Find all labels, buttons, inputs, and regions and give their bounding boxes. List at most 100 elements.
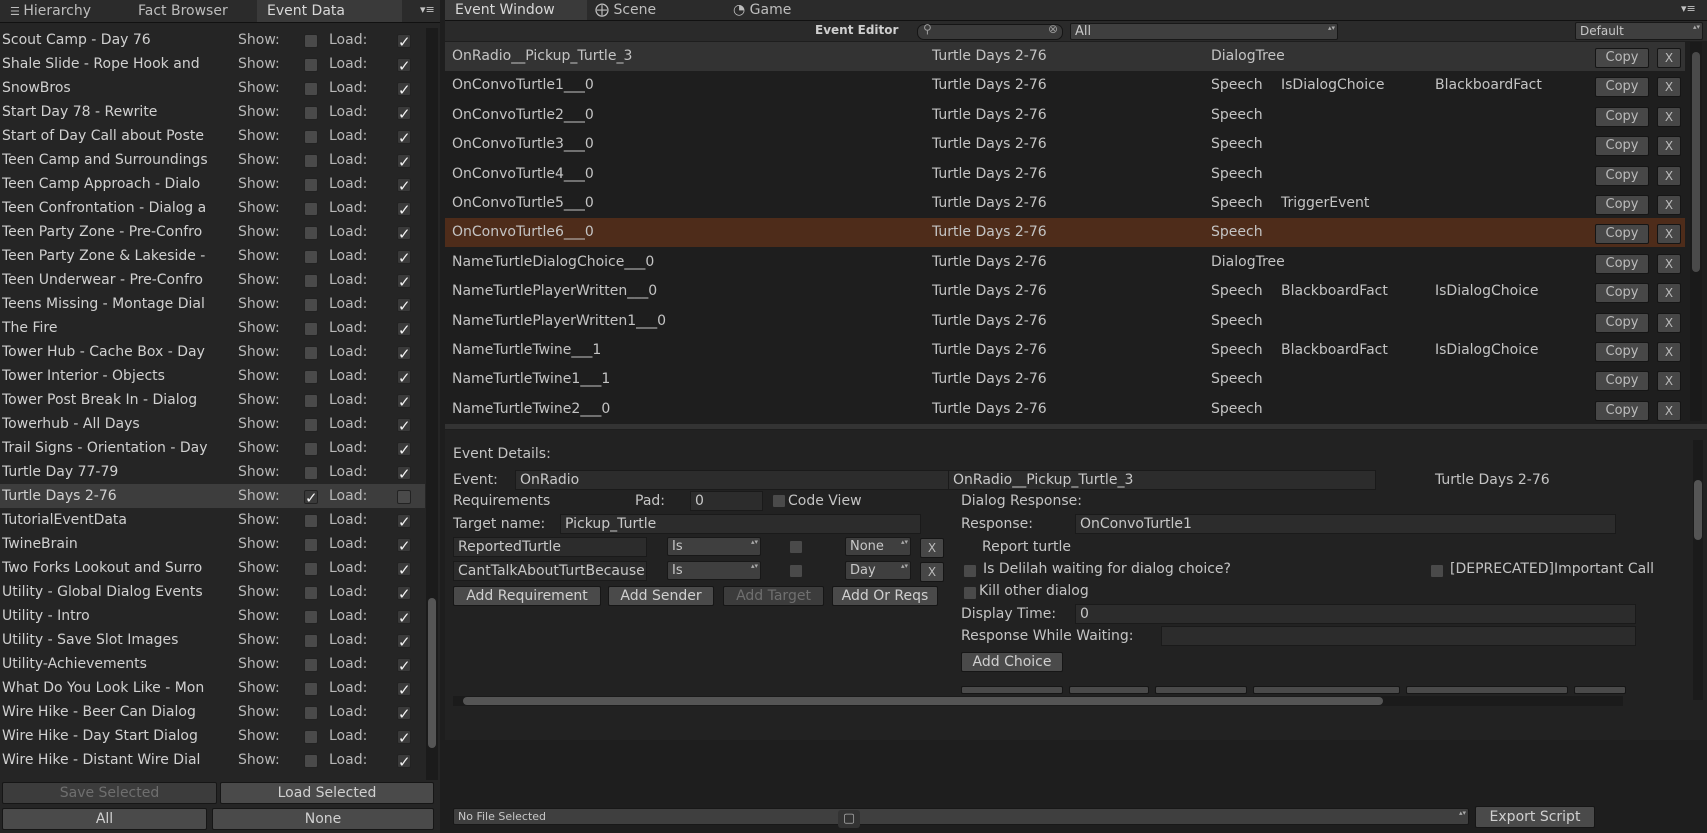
choice-button[interactable] xyxy=(1069,686,1149,694)
delete-event-button[interactable]: X xyxy=(1657,400,1681,421)
pad-field[interactable]: 0 xyxy=(690,491,763,511)
details-vertical-scrollbar[interactable] xyxy=(1693,440,1703,700)
details-horizontal-scrollbar[interactable] xyxy=(453,696,1623,706)
copy-button[interactable]: Copy xyxy=(1595,400,1649,421)
show-checkbox[interactable] xyxy=(304,202,318,216)
add-sender-button[interactable]: Add Sender xyxy=(608,586,714,606)
load-checkbox[interactable] xyxy=(397,606,411,630)
event-data-row[interactable]: Utility - Intro Show: Load: xyxy=(0,604,425,630)
details-vscroll-thumb[interactable] xyxy=(1694,480,1702,540)
panel-menu-icon[interactable]: ▾≡ xyxy=(420,3,435,16)
event-row[interactable]: OnRadio__Pickup_Turtle_3 Turtle Days 2-76… xyxy=(445,42,1685,71)
event-row[interactable]: NameTurtleTwine1___1 Turtle Days 2-76 Spee… xyxy=(445,365,1685,394)
deprecated-important-call-checkbox[interactable] xyxy=(1430,564,1444,578)
load-checkbox[interactable] xyxy=(397,390,411,414)
delete-event-button[interactable]: X xyxy=(1657,342,1681,362)
load-checkbox[interactable] xyxy=(397,342,411,366)
load-checkbox[interactable] xyxy=(397,750,411,774)
event-row[interactable]: NameTurtleDialogChoice___0 Turtle Days 2-… xyxy=(445,248,1685,277)
event-data-row[interactable]: Two Forks Lookout and Surro Show: Load: xyxy=(0,556,425,582)
tab-game[interactable]: ◔ Game xyxy=(723,0,801,20)
show-checkbox[interactable] xyxy=(304,634,318,648)
show-checkbox[interactable] xyxy=(304,538,318,552)
load-checkbox[interactable] xyxy=(397,630,411,654)
details-scrollbar-thumb[interactable] xyxy=(463,697,1383,705)
load-checkbox[interactable] xyxy=(397,198,411,222)
load-checkbox[interactable] xyxy=(397,102,411,126)
response-field[interactable]: OnConvoTurtle1 xyxy=(1075,514,1616,534)
select-all-button[interactable]: All xyxy=(2,808,207,830)
load-selected-button[interactable]: Load Selected xyxy=(220,782,434,804)
show-checkbox[interactable] xyxy=(304,106,318,120)
copy-button[interactable]: Copy xyxy=(1595,136,1649,157)
show-checkbox[interactable] xyxy=(304,730,318,744)
delete-event-button[interactable]: X xyxy=(1657,312,1681,333)
load-checkbox[interactable] xyxy=(397,654,411,678)
show-checkbox[interactable] xyxy=(304,394,318,408)
event-row[interactable]: NameTurtlePlayerWritten___0 Turtle Days 2… xyxy=(445,277,1685,306)
copy-button[interactable]: Copy xyxy=(1595,77,1649,98)
load-checkbox[interactable] xyxy=(397,126,411,150)
event-data-row[interactable]: Teen Party Zone & Lakeside - Show: Load: xyxy=(0,244,425,270)
load-checkbox[interactable] xyxy=(397,366,411,390)
load-checkbox[interactable] xyxy=(397,270,411,294)
delete-event-button[interactable]: X xyxy=(1657,48,1681,68)
load-checkbox[interactable] xyxy=(397,414,411,438)
load-checkbox[interactable] xyxy=(397,30,411,54)
event-data-row[interactable]: Trail Signs - Orientation - Day Show: Load… xyxy=(0,436,425,462)
kill-other-dialog-checkbox[interactable] xyxy=(963,586,977,600)
copy-button[interactable]: Copy xyxy=(1595,48,1649,68)
event-data-row[interactable]: Teen Party Zone - Pre-Confro Show: Load: xyxy=(0,220,425,246)
delete-event-button[interactable]: X xyxy=(1657,253,1681,274)
show-checkbox[interactable] xyxy=(304,586,318,600)
copy-button[interactable]: Copy xyxy=(1595,165,1649,186)
choice-button[interactable] xyxy=(1155,686,1247,694)
copy-button[interactable]: Copy xyxy=(1595,224,1649,245)
show-checkbox[interactable] xyxy=(304,274,318,288)
event-data-row[interactable]: Utility - Save Slot Images Show: Load: xyxy=(0,628,425,654)
layout-dropdown[interactable]: Default xyxy=(1575,22,1703,40)
show-checkbox[interactable] xyxy=(304,130,318,144)
load-checkbox[interactable] xyxy=(397,490,411,504)
show-checkbox[interactable] xyxy=(304,178,318,192)
add-requirement-button[interactable]: Add Requirement xyxy=(453,586,601,606)
tab-hierarchy[interactable]: ☰ Hierarchy xyxy=(0,0,101,22)
copy-button[interactable]: Copy xyxy=(1595,106,1649,127)
show-checkbox[interactable] xyxy=(304,82,318,96)
event-data-row[interactable]: Turtle Days 2-76 Show: Load: xyxy=(0,484,425,510)
load-checkbox[interactable] xyxy=(397,174,411,198)
show-checkbox[interactable] xyxy=(304,226,318,240)
choice-button[interactable] xyxy=(1253,686,1400,694)
show-checkbox[interactable] xyxy=(304,58,318,72)
delete-event-button[interactable]: X xyxy=(1657,136,1681,157)
load-checkbox[interactable] xyxy=(397,534,411,558)
remove-requirement-button[interactable]: X xyxy=(920,562,944,582)
select-none-button[interactable]: None xyxy=(212,808,434,830)
copy-button[interactable]: Copy xyxy=(1595,371,1649,392)
event-data-row[interactable]: Teen Camp and Surroundings Show: Load: xyxy=(0,148,425,174)
list-scrollbar-thumb[interactable] xyxy=(428,598,436,748)
event-data-row[interactable]: Start of Day Call about Poste Show: Load: xyxy=(0,124,425,150)
show-checkbox[interactable] xyxy=(304,442,318,456)
choice-button[interactable] xyxy=(1406,686,1568,694)
delete-event-button[interactable]: X xyxy=(1657,106,1681,127)
copy-button[interactable]: Copy xyxy=(1595,283,1649,304)
delete-event-button[interactable]: X xyxy=(1657,165,1681,186)
load-checkbox[interactable] xyxy=(397,222,411,246)
show-checkbox[interactable] xyxy=(304,346,318,360)
event-data-row[interactable]: Turtle Day 77-79 Show: Load: xyxy=(0,460,425,486)
event-row[interactable]: OnConvoTurtle2___0 Turtle Days 2-76 Speech… xyxy=(445,101,1685,130)
load-checkbox[interactable] xyxy=(397,78,411,102)
event-row[interactable]: NameTurtleTwine___1 Turtle Days 2-76 Speec… xyxy=(445,336,1685,365)
event-data-row[interactable]: SnowBros Show: Load: xyxy=(0,76,425,102)
load-checkbox[interactable] xyxy=(397,702,411,726)
event-data-row[interactable]: Shale Slide - Rope Hook and Show: Load: xyxy=(0,52,425,78)
requirement-fact-field[interactable]: ReportedTurtle xyxy=(453,537,647,557)
requirement-value-dropdown[interactable]: Day xyxy=(845,561,911,580)
event-data-row[interactable]: Teen Confrontation - Dialog a Show: Load: xyxy=(0,196,425,222)
requirement-fact-field[interactable]: CantTalkAboutTurtBecause xyxy=(453,561,647,581)
requirement-op-dropdown[interactable]: Is xyxy=(667,537,761,556)
event-data-row[interactable]: Wire Hike - Beer Can Dialog Show: Load: xyxy=(0,700,425,726)
choice-button[interactable] xyxy=(961,686,1063,694)
load-checkbox[interactable] xyxy=(397,246,411,270)
